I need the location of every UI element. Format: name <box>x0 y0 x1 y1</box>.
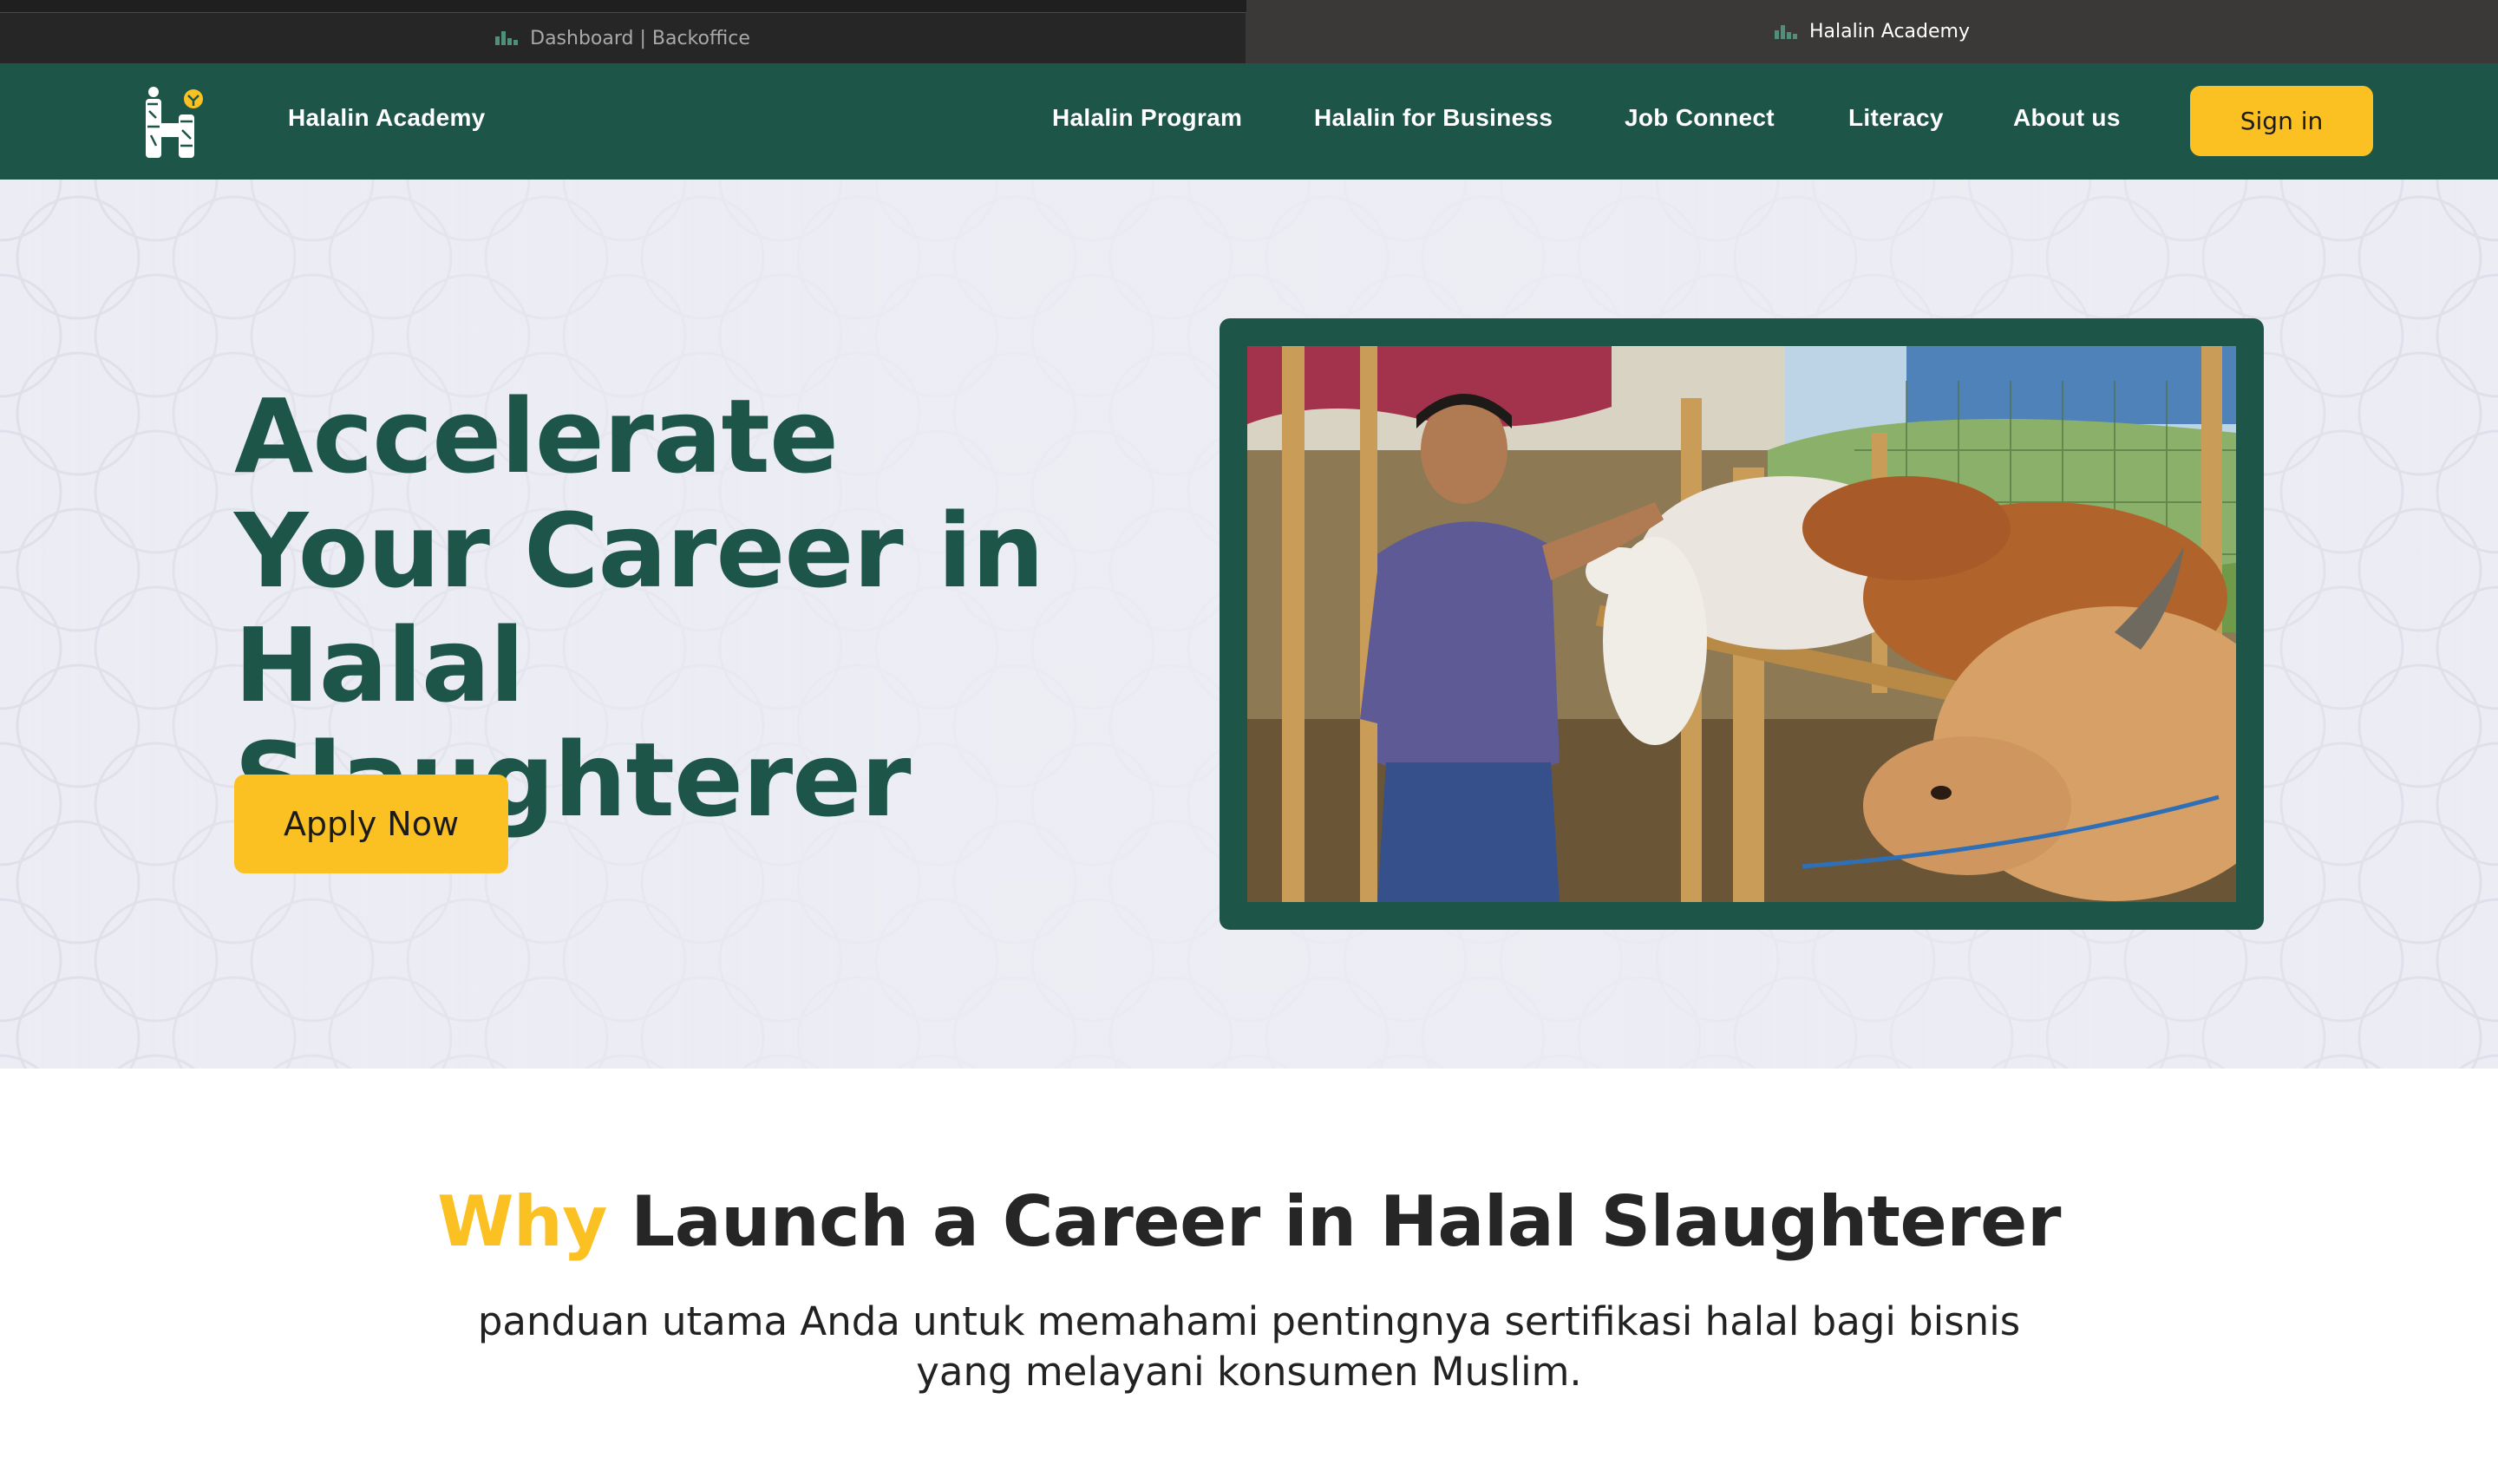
why-title-rest: Launch a Career in Halal Slaughterer <box>606 1181 2061 1262</box>
nav-halalin-for-business[interactable]: Halalin for Business <box>1314 104 1553 132</box>
browser-tab-label: Halalin Academy <box>1809 21 1970 42</box>
hero-image-frame <box>1220 318 2264 930</box>
man-with-cattle-photo <box>1247 346 2236 902</box>
browser-tab-halalin[interactable]: Halalin Academy <box>1246 0 2498 63</box>
browser-tab-bar: Dashboard | Backoffice Halalin Academy <box>0 0 2498 63</box>
site-header: Halalin Academy Halalin Program Halalin … <box>0 63 2498 180</box>
nav-halalin-program[interactable]: Halalin Program <box>1052 104 1242 132</box>
brand-name[interactable]: Halalin Academy <box>288 104 486 132</box>
why-section-title: Why Launch a Career in Halal Slaughterer <box>0 1181 2498 1262</box>
browser-tab-dashboard[interactable]: Dashboard | Backoffice <box>0 12 1246 63</box>
site-favicon-icon <box>495 31 519 45</box>
nav-literacy[interactable]: Literacy <box>1848 104 1944 132</box>
why-title-accent: Why <box>437 1181 607 1262</box>
sign-in-button[interactable]: Sign in <box>2190 86 2373 156</box>
hero-section: Accelerate Your Career in Halal Slaughte… <box>0 180 2498 1069</box>
hero-title: Accelerate Your Career in Halal Slaughte… <box>234 376 1044 840</box>
nav-about-us[interactable]: About us <box>2013 104 2121 132</box>
halalin-logo-icon[interactable] <box>144 85 206 160</box>
browser-tab-label: Dashboard | Backoffice <box>530 27 750 49</box>
nav-job-connect[interactable]: Job Connect <box>1625 104 1775 132</box>
apply-now-button[interactable]: Apply Now <box>234 775 508 873</box>
hero-photo <box>1247 346 2236 902</box>
site-favicon-icon <box>1775 24 1797 39</box>
why-section-subtitle: panduan utama Anda untuk memahami pentin… <box>477 1298 2021 1395</box>
